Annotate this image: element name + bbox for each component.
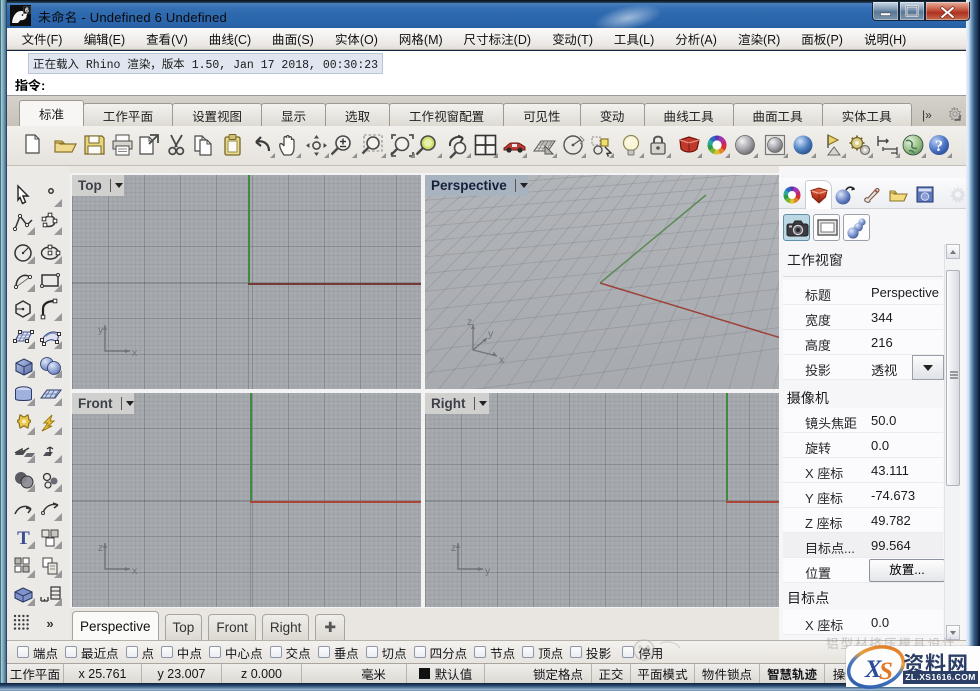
svg-text:6: 6	[25, 8, 29, 15]
svg-text:»: »	[46, 616, 53, 631]
svg-text:z: z	[98, 542, 103, 554]
svg-text:x: x	[132, 347, 138, 359]
svg-text:S: S	[879, 658, 893, 685]
svg-text:?: ?	[935, 138, 943, 155]
svg-text:z: z	[467, 316, 472, 328]
svg-text:y: y	[98, 324, 104, 336]
svg-text:y: y	[488, 328, 494, 340]
svg-text:x: x	[132, 565, 138, 577]
svg-text:x: x	[499, 354, 505, 364]
svg-text:T: T	[17, 528, 30, 549]
svg-text:z: z	[451, 542, 456, 554]
svg-text:y: y	[485, 565, 491, 577]
